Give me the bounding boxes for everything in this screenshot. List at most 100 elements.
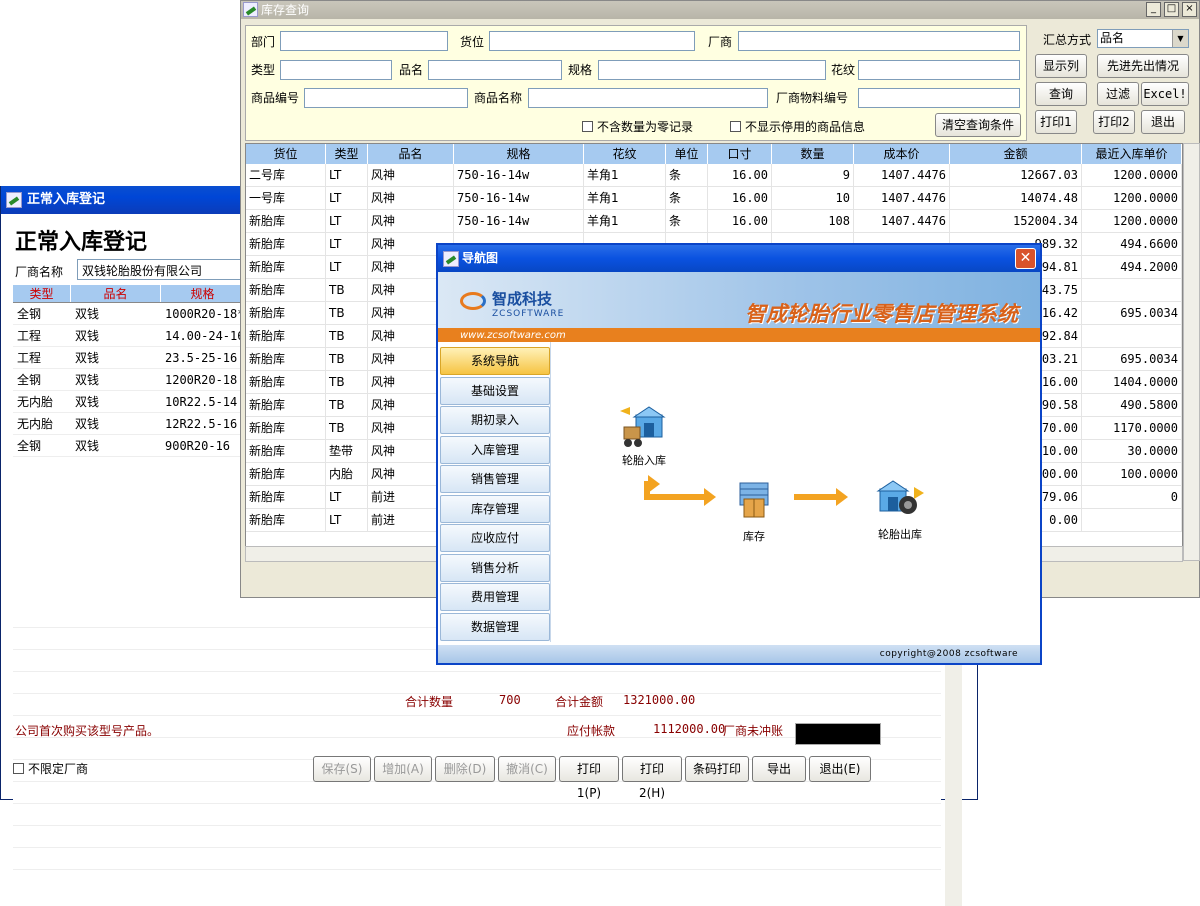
table-cell[interactable]: 垫带 (326, 440, 368, 462)
show-columns-button[interactable]: 显示列 (1035, 54, 1087, 78)
nav-item[interactable]: 基础设置 (440, 376, 550, 405)
table-cell[interactable]: 羊角1 (584, 187, 666, 209)
vendor-code-input[interactable] (858, 88, 1020, 108)
table-cell[interactable]: TB (326, 279, 368, 301)
table-cell[interactable]: 一号库 (246, 187, 326, 209)
print2-button[interactable]: 打印2 (1093, 110, 1135, 134)
table-cell[interactable]: 风神 (368, 210, 454, 232)
table-cell[interactable]: 1200.0000 (1082, 187, 1182, 209)
summary-select[interactable]: 品名 ▼ (1097, 29, 1189, 48)
table-cell[interactable]: 双钱 (71, 303, 161, 324)
table-cell[interactable]: 新胎库 (246, 210, 326, 232)
table-row[interactable]: 工程 双钱 23.5-25-16 (13, 347, 245, 369)
table-cell[interactable]: TB (326, 325, 368, 347)
table-cell[interactable]: 695.0034 (1082, 348, 1182, 370)
table-cell[interactable]: 14.00-24-16 (161, 325, 245, 346)
table-row[interactable]: 二号库 LT 风神 750-16-14w 羊角1 条 16.00 9 1407.4476 1266… (246, 164, 1182, 187)
table-cell[interactable] (1082, 325, 1182, 347)
table-cell[interactable]: 10 (772, 187, 854, 209)
table-cell[interactable]: 新胎库 (246, 509, 326, 531)
checkbox-box[interactable] (582, 121, 593, 132)
print2-button[interactable]: 打印2(H) (622, 756, 682, 800)
code-input[interactable] (304, 88, 468, 108)
maximize-icon[interactable]: □ (1164, 2, 1179, 17)
query-button[interactable]: 查询 (1035, 82, 1087, 106)
table-cell[interactable]: TB (326, 394, 368, 416)
table-row[interactable]: 一号库 LT 风神 750-16-14w 羊角1 条 16.00 10 1407.4476 140… (246, 187, 1182, 210)
table-cell[interactable]: 新胎库 (246, 463, 326, 485)
col-header[interactable]: 类型 (13, 285, 71, 302)
table-cell[interactable]: 双钱 (71, 325, 161, 346)
table-cell[interactable]: TB (326, 348, 368, 370)
table-cell[interactable]: 23.5-25-16 (161, 347, 245, 368)
flow-outbound[interactable]: 轮胎出库 (868, 479, 932, 542)
nav-item[interactable]: 入库管理 (440, 435, 550, 464)
chevron-down-icon[interactable]: ▼ (1172, 30, 1188, 47)
nav-item[interactable]: 库存管理 (440, 494, 550, 523)
table-cell[interactable]: 12R22.5-16 (161, 413, 245, 434)
table-cell[interactable]: 条 (666, 187, 708, 209)
save-button[interactable]: 保存(S) (313, 756, 371, 782)
table-cell[interactable]: 490.5800 (1082, 394, 1182, 416)
nav-item[interactable]: 费用管理 (440, 583, 550, 611)
export-button[interactable]: 导出 (752, 756, 806, 782)
table-cell[interactable]: 无内胎 (13, 391, 71, 412)
chk-disabled[interactable]: 不显示停用的商品信息 (730, 118, 865, 135)
minimize-icon[interactable]: _ (1146, 2, 1161, 17)
no-limit-vendor-checkbox[interactable]: 不限定厂商 (13, 760, 88, 777)
unsettled-field[interactable] (795, 723, 881, 745)
table-cell[interactable]: LT (326, 164, 368, 186)
table-cell[interactable]: 条 (666, 210, 708, 232)
col-header[interactable]: 金额 (950, 144, 1082, 164)
undo-button[interactable]: 撤消(C) (498, 756, 556, 782)
table-cell[interactable]: 全钢 (13, 369, 71, 390)
table-cell[interactable]: 双钱 (71, 369, 161, 390)
add-button[interactable]: 增加(A) (374, 756, 432, 782)
table-cell[interactable]: TB (326, 371, 368, 393)
table-row[interactable]: 全钢 双钱 900R20-16 (13, 435, 245, 457)
table-cell[interactable]: LT (326, 486, 368, 508)
table-row[interactable]: 全钢 双钱 1200R20-18 (13, 369, 245, 391)
table-cell[interactable]: 羊角1 (584, 164, 666, 186)
print1-button[interactable]: 打印1 (1035, 110, 1077, 134)
table-cell[interactable]: 494.6600 (1082, 233, 1182, 255)
table-cell[interactable]: 100.0000 (1082, 463, 1182, 485)
nav-item[interactable]: 销售分析 (440, 553, 550, 582)
filter-button[interactable]: 过滤 (1097, 82, 1139, 106)
checkbox-box[interactable] (13, 763, 24, 774)
excel-button[interactable]: Excel! (1141, 82, 1189, 106)
table-cell[interactable]: LT (326, 210, 368, 232)
table-cell[interactable]: 695.0034 (1082, 302, 1182, 324)
table-row[interactable]: 无内胎 双钱 12R22.5-16 (13, 413, 245, 435)
vendor-field[interactable]: 双钱轮胎股份有限公司 (77, 259, 247, 280)
table-cell[interactable]: 工程 (13, 325, 71, 346)
table-cell[interactable]: 条 (666, 164, 708, 186)
table-cell[interactable]: 750-16-14w (454, 210, 584, 232)
table-cell[interactable]: 新胎库 (246, 279, 326, 301)
table-cell[interactable]: LT (326, 256, 368, 278)
table-cell[interactable]: 双钱 (71, 347, 161, 368)
table-cell[interactable]: 新胎库 (246, 256, 326, 278)
table-row[interactable]: 无内胎 双钱 10R22.5-14 (13, 391, 245, 413)
col-header[interactable]: 规格 (161, 285, 245, 302)
table-cell[interactable]: TB (326, 302, 368, 324)
table-cell[interactable]: 16.00 (708, 164, 772, 186)
col-header[interactable]: 口寸 (708, 144, 772, 164)
table-row[interactable]: 全钢 双钱 1000R20-18* (13, 303, 245, 325)
table-cell[interactable]: 108 (772, 210, 854, 232)
exit-button[interactable]: 退出 (1141, 110, 1185, 134)
nav-item[interactable]: 系统导航 (440, 347, 550, 375)
table-cell[interactable]: 全钢 (13, 435, 71, 456)
col-header[interactable]: 单位 (666, 144, 708, 164)
exit-button[interactable]: 退出(E) (809, 756, 871, 782)
table-row[interactable]: 新胎库 LT 风神 750-16-14w 羊角1 条 16.00 108 1407.4476 15… (246, 210, 1182, 233)
table-cell[interactable]: 750-16-14w (454, 164, 584, 186)
stock-titlebar[interactable]: 库存查询 _ □ × (241, 1, 1199, 19)
col-header[interactable]: 货位 (246, 144, 326, 164)
table-cell[interactable]: 双钱 (71, 413, 161, 434)
flow-inbound[interactable]: 轮胎入库 (614, 405, 674, 468)
pattern-input[interactable] (858, 60, 1020, 80)
table-cell[interactable] (1082, 509, 1182, 531)
table-cell[interactable]: 9 (772, 164, 854, 186)
table-cell[interactable]: 风神 (368, 187, 454, 209)
